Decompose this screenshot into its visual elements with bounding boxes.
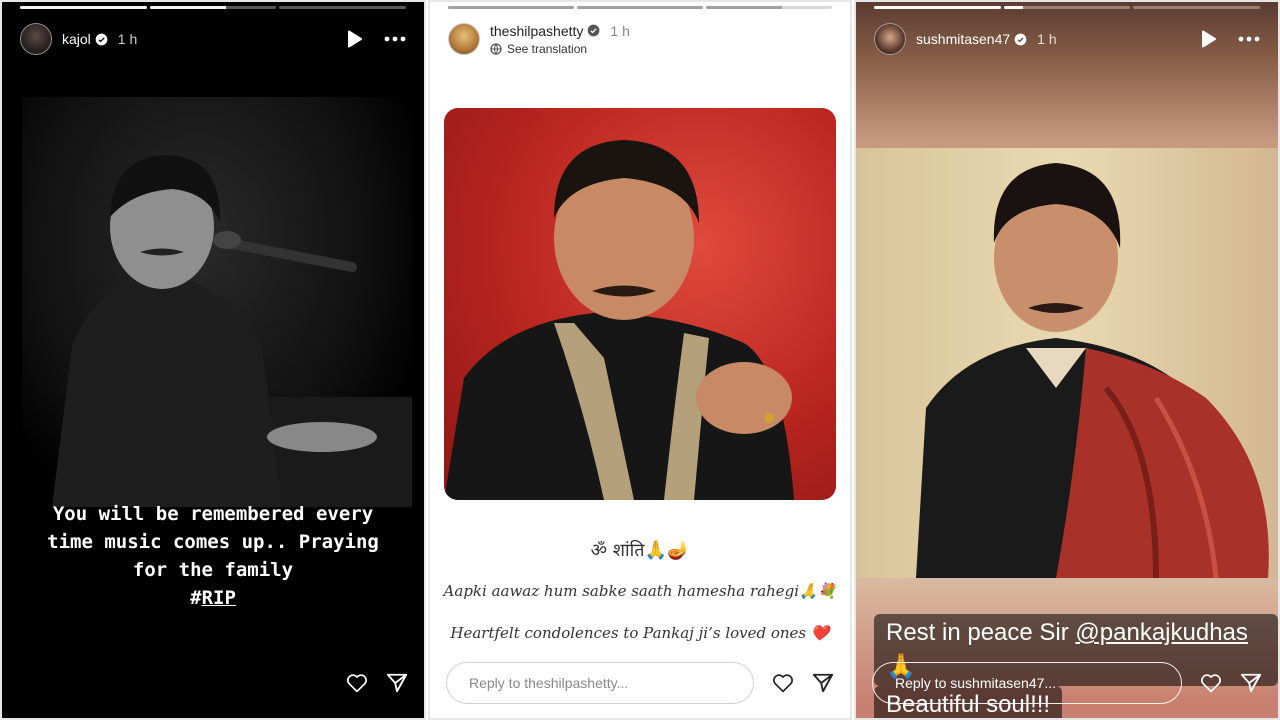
- caption-line: ॐ शांति🙏🪔: [590, 540, 690, 561]
- post-time: 1 h: [117, 31, 138, 47]
- avatar[interactable]: [874, 23, 906, 55]
- see-translation-link[interactable]: See translation: [490, 42, 630, 56]
- send-icon[interactable]: [386, 672, 408, 694]
- caption-hashtag[interactable]: #RIP: [22, 584, 404, 612]
- story-progress-bar: [20, 6, 407, 9]
- progress-segment: [448, 6, 574, 9]
- story-photo: [444, 108, 836, 500]
- post-time: 1 h: [610, 22, 630, 39]
- progress-segment: [706, 6, 832, 9]
- progress-segment: [874, 6, 1001, 9]
- progress-segment: [279, 6, 407, 9]
- story-kajol: kajol 1 h You will be remembered every t…: [0, 0, 426, 720]
- story-photo: [856, 148, 1278, 579]
- send-icon[interactable]: [1240, 672, 1262, 694]
- caption-line: Aapki aawaz hum sabke saath hamesha rahe…: [443, 582, 837, 600]
- username[interactable]: theshilpashetty: [490, 23, 583, 39]
- more-options-icon[interactable]: [810, 28, 832, 50]
- story-sushmitasen47: sushmitasen47 1 h Rest in peace Sir @pan…: [854, 0, 1280, 720]
- more-options-icon[interactable]: [1238, 28, 1260, 50]
- verified-icon: [1014, 33, 1027, 45]
- post-time: 1 h: [1037, 31, 1057, 47]
- avatar[interactable]: [448, 23, 480, 55]
- send-icon[interactable]: [812, 672, 834, 694]
- verified-icon: [588, 24, 600, 37]
- avatar[interactable]: [20, 23, 52, 55]
- heart-icon[interactable]: [772, 672, 794, 694]
- caption-line: You will be remembered every: [52, 503, 374, 525]
- story-progress-bar: [874, 6, 1261, 9]
- story-footer: Reply to theshilpashetty...: [446, 660, 834, 706]
- heart-icon[interactable]: [346, 672, 368, 694]
- translate-icon: [490, 42, 502, 55]
- story-header: kajol 1 h: [20, 20, 406, 58]
- more-options-icon[interactable]: [384, 28, 406, 50]
- story-header: theshilpashetty 1 h See translation: [448, 20, 832, 58]
- progress-segment: [149, 6, 277, 9]
- play-icon[interactable]: [344, 28, 366, 50]
- reply-input[interactable]: Reply to theshilpashetty...: [446, 662, 754, 704]
- mention-link[interactable]: @pankajkudhas: [1075, 619, 1247, 646]
- story-photo: [22, 97, 412, 507]
- story-theshilpashetty: theshilpashetty 1 h See translation ॐ शा…: [428, 0, 852, 720]
- progress-segment: [1003, 6, 1131, 9]
- progress-segment: [1133, 6, 1261, 9]
- progress-segment: [577, 6, 703, 9]
- verified-icon: [95, 33, 108, 45]
- reply-input[interactable]: Reply to sushmitasen47...: [872, 662, 1182, 704]
- play-icon[interactable]: [770, 28, 792, 50]
- play-icon[interactable]: [1198, 28, 1220, 50]
- heart-icon[interactable]: [1200, 672, 1222, 694]
- username[interactable]: sushmitasen47: [916, 31, 1010, 47]
- story-progress-bar: [448, 6, 832, 9]
- progress-segment: [20, 6, 147, 9]
- caption-line: Heartfelt condolences to Pankaj ji’s lov…: [450, 624, 830, 642]
- story-footer: [18, 660, 408, 706]
- username[interactable]: kajol: [62, 31, 91, 47]
- caption-line: time music comes up.. Praying: [47, 531, 379, 553]
- caption-line: for the family: [132, 559, 294, 581]
- story-caption: You will be remembered every time music …: [22, 500, 404, 612]
- story-header: sushmitasen47 1 h: [874, 20, 1260, 58]
- story-footer: Reply to sushmitasen47...: [872, 660, 1262, 706]
